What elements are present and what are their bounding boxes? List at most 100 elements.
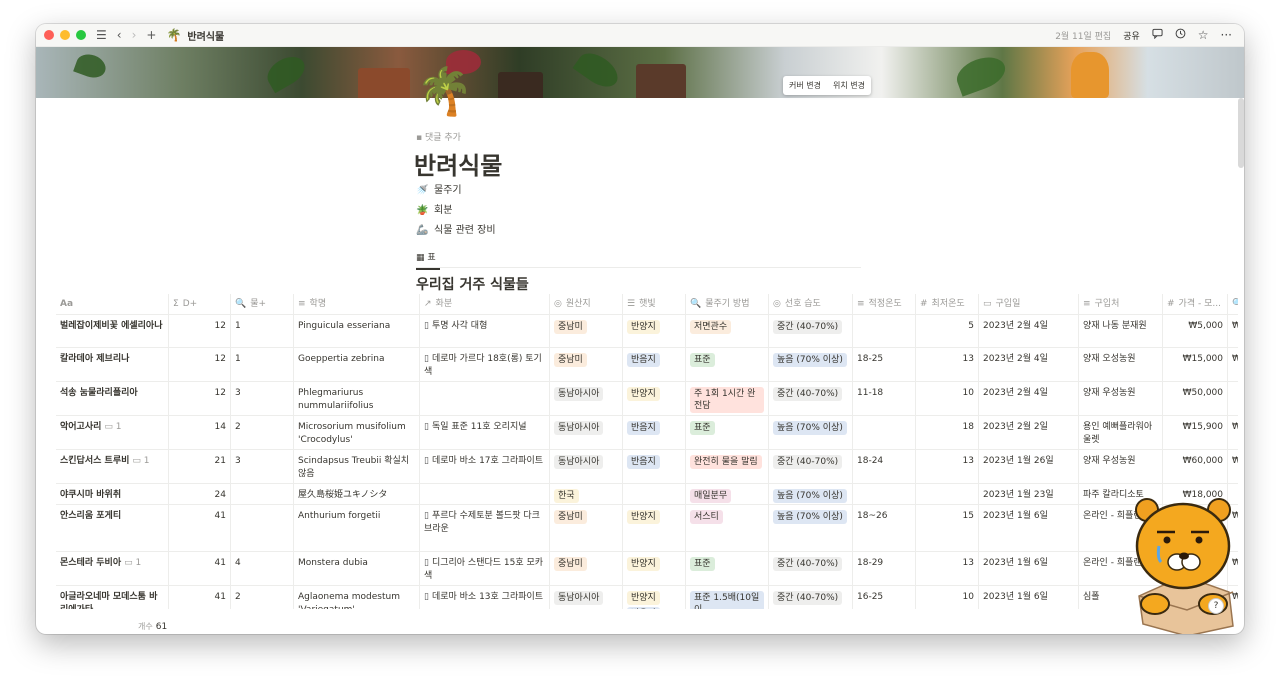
plant-name-cell[interactable]: 야쿠시마 바위취 bbox=[56, 484, 169, 504]
table-row[interactable]: 안스리움 포게티 41 Anthurium forgetii ▯ 푸르다 수제토분 볼드… bbox=[56, 505, 1238, 552]
table-row[interactable]: 야쿠시마 바위취 24 屋久島桜姫ユキノシタ 한국 매일분무 높음 (70% 이상) 202… bbox=[56, 484, 1238, 505]
water-plus-cell[interactable]: 2 bbox=[231, 586, 294, 609]
water-plus-cell[interactable] bbox=[231, 484, 294, 504]
origin-cell[interactable]: 중남미 bbox=[550, 348, 623, 381]
scientific-name-cell[interactable]: Phlegmariurus nummulariifolius bbox=[294, 382, 420, 415]
column-header-min-temperature[interactable]: # 최저온도 bbox=[916, 294, 979, 314]
origin-cell[interactable]: 동남아시아 bbox=[550, 586, 623, 609]
temperature-cell[interactable] bbox=[853, 315, 916, 347]
humidity-cell[interactable]: 높음 (70% 이상) bbox=[769, 416, 853, 449]
comment-count-icon[interactable]: ▭ 1 bbox=[132, 456, 149, 466]
d-plus-cell[interactable]: 41 bbox=[169, 586, 231, 609]
water-plus-cell[interactable]: 2 bbox=[231, 416, 294, 449]
min-temperature-cell[interactable]: 13 bbox=[916, 348, 979, 381]
sidebar-toggle-icon[interactable]: ☰ bbox=[96, 28, 107, 42]
new-page-icon[interactable]: + bbox=[146, 28, 156, 42]
temperature-cell[interactable]: 18-25 bbox=[853, 348, 916, 381]
breadcrumb-page-name[interactable]: 반려식물 bbox=[187, 28, 224, 43]
min-temperature-cell[interactable] bbox=[916, 484, 979, 504]
min-temperature-cell[interactable]: 13 bbox=[916, 450, 979, 483]
purchase-date-cell[interactable]: 2023년 1월 26일 bbox=[979, 450, 1079, 483]
shop-cell[interactable]: 양재 오성농원 bbox=[1079, 348, 1163, 381]
purchase-date-cell[interactable]: 2023년 1월 6일 bbox=[979, 552, 1079, 585]
column-header-price-plant[interactable]: # 가격 - 모... bbox=[1163, 294, 1228, 314]
help-button[interactable]: ? bbox=[1208, 598, 1224, 614]
vertical-scrollbar[interactable] bbox=[1238, 98, 1244, 168]
d-plus-cell[interactable]: 41 bbox=[169, 505, 231, 551]
price-cell[interactable] bbox=[1228, 382, 1238, 415]
origin-cell[interactable]: 동남아시아 bbox=[550, 450, 623, 483]
plant-name-cell[interactable]: 칼라데아 제브리나 bbox=[56, 348, 169, 381]
plant-name-cell[interactable]: 석송 눔물라리폴리아 bbox=[56, 382, 169, 415]
shop-cell[interactable]: 양재 나동 분재원 bbox=[1079, 315, 1163, 347]
price-cell[interactable]: ₩550 bbox=[1228, 315, 1238, 347]
humidity-cell[interactable]: 높음 (70% 이상) bbox=[769, 484, 853, 504]
purchase-date-cell[interactable]: 2023년 1월 6일 bbox=[979, 586, 1079, 609]
sunlight-cell[interactable]: 반음지 bbox=[623, 450, 686, 483]
d-plus-cell[interactable]: 12 bbox=[169, 315, 231, 347]
purchase-date-cell[interactable]: 2023년 1월 6일 bbox=[979, 505, 1079, 551]
water-plus-cell[interactable]: 4 bbox=[231, 552, 294, 585]
watering-method-cell[interactable]: 서스티 bbox=[686, 505, 769, 551]
price-cell[interactable]: ₩14,0 bbox=[1228, 348, 1238, 381]
pot-cell[interactable]: ▯ 디그리아 스탠다드 15호 모카색 bbox=[420, 552, 550, 585]
pot-cell[interactable]: ▯ 데로마 가르다 18호(롱) 토기색 bbox=[420, 348, 550, 381]
shop-cell[interactable]: 양재 우성농원 bbox=[1079, 382, 1163, 415]
table-row[interactable]: 스킨답서스 트루비 ▭ 1 21 3 Scindapsus Treubii 확실치 않음… bbox=[56, 450, 1238, 484]
column-header-pot[interactable]: ↗ 화분 bbox=[420, 294, 550, 314]
origin-cell[interactable]: 중남미 bbox=[550, 552, 623, 585]
plant-name-cell[interactable]: 악어고사리 ▭ 1 bbox=[56, 416, 169, 449]
price-plant-cell[interactable]: ₩15,900 bbox=[1163, 416, 1228, 449]
comment-count-icon[interactable]: ▭ 1 bbox=[104, 422, 121, 432]
column-header-scientific-name[interactable]: ≡ 학명 bbox=[294, 294, 420, 314]
pot-cell[interactable]: ▯ 데로마 바소 17호 그라파이트 bbox=[420, 450, 550, 483]
d-plus-cell[interactable]: 12 bbox=[169, 348, 231, 381]
table-row[interactable]: 석송 눔물라리폴리아 12 3 Phlegmariurus nummulariifol… bbox=[56, 382, 1238, 416]
scientific-name-cell[interactable]: Aglaonema modestum 'Variegatum' bbox=[294, 586, 420, 609]
scientific-name-cell[interactable]: Microsorium musifolium 'Crocodylus' bbox=[294, 416, 420, 449]
plant-name-cell[interactable]: 스킨답서스 트루비 ▭ 1 bbox=[56, 450, 169, 483]
watering-method-cell[interactable]: 매일분무 bbox=[686, 484, 769, 504]
pot-cell[interactable]: ▯ 데로마 바소 13호 그라파이트 bbox=[420, 586, 550, 609]
humidity-cell[interactable]: 중간 (40-70%) bbox=[769, 586, 853, 609]
purchase-date-cell[interactable]: 2023년 2월 4일 bbox=[979, 348, 1079, 381]
minimize-window-button[interactable] bbox=[60, 30, 70, 40]
origin-cell[interactable]: 동남아시아 bbox=[550, 382, 623, 415]
share-button[interactable]: 공유 bbox=[1123, 29, 1140, 42]
more-options-icon[interactable]: ··· bbox=[1221, 28, 1232, 42]
min-temperature-cell[interactable]: 10 bbox=[916, 586, 979, 609]
scientific-name-cell[interactable]: Monstera dubia bbox=[294, 552, 420, 585]
column-header-name[interactable]: Aa bbox=[56, 294, 169, 314]
humidity-cell[interactable]: 높음 (70% 이상) bbox=[769, 348, 853, 381]
temperature-cell[interactable]: 11-18 bbox=[853, 382, 916, 415]
pot-cell[interactable]: ▯ 투명 사각 대형 bbox=[420, 315, 550, 347]
column-header-origin[interactable]: ◎ 원산지 bbox=[550, 294, 623, 314]
price-plant-cell[interactable]: ₩50,000 bbox=[1163, 382, 1228, 415]
column-header-purchase-date[interactable]: ▭ 구입일 bbox=[979, 294, 1079, 314]
min-temperature-cell[interactable]: 18 bbox=[916, 416, 979, 449]
watering-method-cell[interactable]: 표준 bbox=[686, 348, 769, 381]
change-cover-button[interactable]: 커버 변경 bbox=[783, 76, 827, 95]
table-row[interactable]: 아글라오네마 모데스툼 바리에가타 41 2 Aglaonema modestum '… bbox=[56, 586, 1238, 609]
humidity-cell[interactable]: 중간 (40-70%) bbox=[769, 315, 853, 347]
sunlight-cell[interactable]: 반양지 bbox=[623, 315, 686, 347]
d-plus-cell[interactable]: 24 bbox=[169, 484, 231, 504]
temperature-cell[interactable]: 16-25 bbox=[853, 586, 916, 609]
watering-method-cell[interactable]: 표준 1.5배(10일 이 bbox=[686, 586, 769, 609]
table-row[interactable]: 칼라데아 제브리나 12 1 Goeppertia zebrina ▯ 데로마 가르다 1… bbox=[56, 348, 1238, 382]
temperature-cell[interactable]: 18-24 bbox=[853, 450, 916, 483]
purchase-date-cell[interactable]: 2023년 2월 4일 bbox=[979, 382, 1079, 415]
pot-cell[interactable]: ▯ 푸르다 수제토분 볼드팟 다크브라운 bbox=[420, 505, 550, 551]
sub-page-link-watering[interactable]: 🚿 물주기 bbox=[416, 184, 496, 204]
humidity-cell[interactable]: 높음 (70% 이상) bbox=[769, 505, 853, 551]
watering-method-cell[interactable]: 표준 bbox=[686, 416, 769, 449]
table-row[interactable]: 악어고사리 ▭ 1 14 2 Microsorium musifolium 'Croco… bbox=[56, 416, 1238, 450]
favorite-star-icon[interactable]: ☆ bbox=[1198, 28, 1209, 42]
plant-name-cell[interactable]: 벌레잡이제비꽃 에셀리아나 bbox=[56, 315, 169, 347]
price-cell[interactable]: ₩4,40 bbox=[1228, 450, 1238, 483]
maximize-window-button[interactable] bbox=[76, 30, 86, 40]
sunlight-cell[interactable]: 반음지 bbox=[623, 416, 686, 449]
table-row[interactable]: 벌레잡이제비꽃 에셀리아나 12 1 Pinguicula esseriana ▯ 투명 … bbox=[56, 315, 1238, 348]
column-header-water-plus[interactable]: 🔍 물+ bbox=[231, 294, 294, 314]
watering-method-cell[interactable]: 완전히 물을 말림 bbox=[686, 450, 769, 483]
